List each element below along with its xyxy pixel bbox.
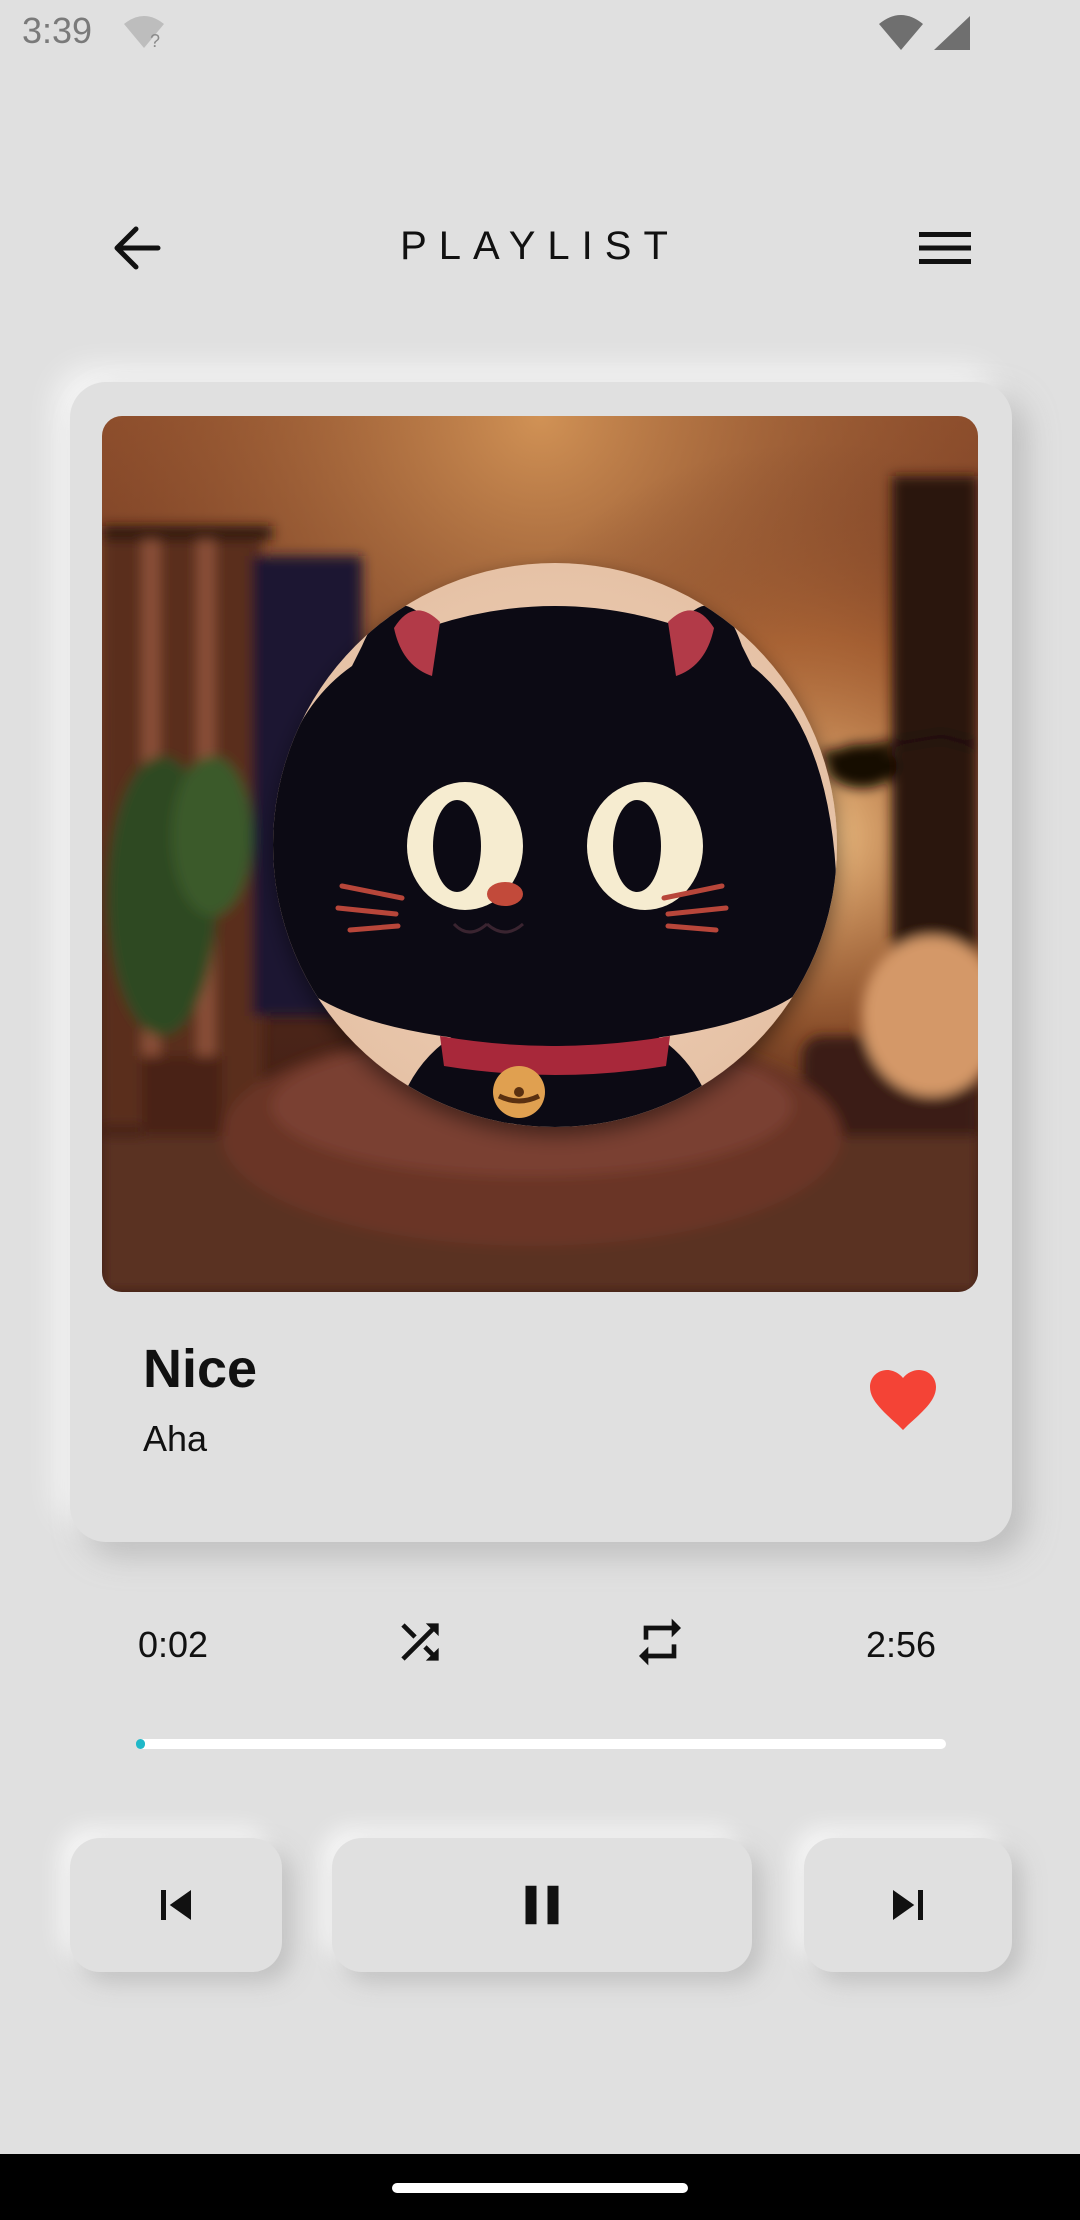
app-header: PLAYLIST xyxy=(0,200,1080,296)
total-time: 2:56 xyxy=(866,1624,937,1665)
next-button[interactable] xyxy=(804,1838,1012,1972)
system-navigation-bar xyxy=(0,2154,1080,2220)
song-title: Nice xyxy=(143,1339,258,1399)
cat-artwork-image xyxy=(102,416,978,1292)
heart-icon xyxy=(870,1370,936,1430)
favorite-button[interactable] xyxy=(868,1368,938,1432)
status-bar: 3:39 ? xyxy=(0,0,1080,64)
wifi-icon xyxy=(879,15,923,50)
shuffle-button[interactable] xyxy=(392,1614,448,1670)
album-artwork xyxy=(102,416,978,1292)
repeat-icon xyxy=(639,1618,681,1666)
hamburger-menu-icon xyxy=(919,232,971,264)
shuffle-icon xyxy=(401,1623,439,1661)
menu-button[interactable] xyxy=(910,218,980,278)
progress-slider[interactable] xyxy=(136,1739,946,1749)
repeat-button[interactable] xyxy=(632,1614,688,1670)
previous-button[interactable] xyxy=(70,1838,282,1972)
home-handle[interactable] xyxy=(392,2183,688,2193)
pause-icon xyxy=(525,1885,559,1925)
song-artist: Aha xyxy=(143,1418,208,1459)
current-time: 0:02 xyxy=(138,1624,209,1665)
skip-previous-icon xyxy=(161,1890,191,1920)
wifi-unknown-icon: ? xyxy=(124,16,164,50)
pause-button[interactable] xyxy=(332,1838,752,1972)
svg-text:?: ? xyxy=(150,31,160,50)
skip-next-icon xyxy=(893,1890,923,1920)
signal-icon xyxy=(934,16,970,50)
progress-fill xyxy=(136,1739,145,1749)
status-time: 3:39 xyxy=(22,10,93,51)
